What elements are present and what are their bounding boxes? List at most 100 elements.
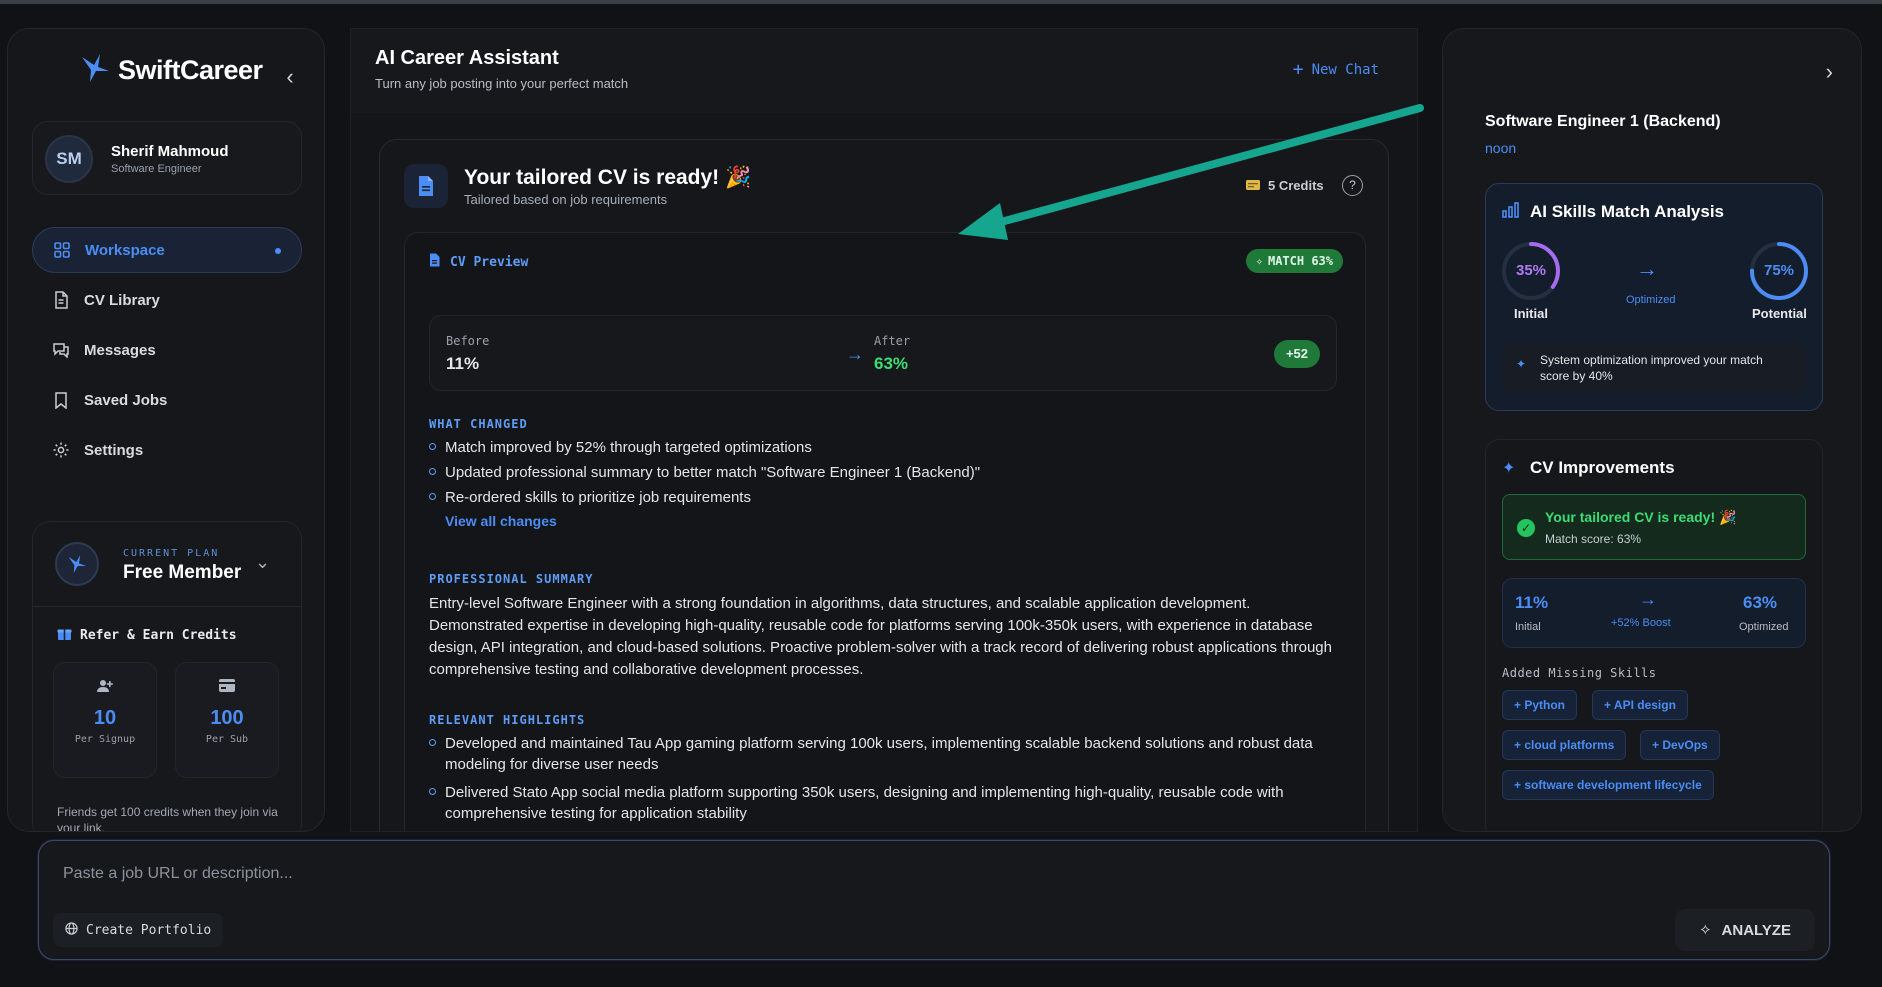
sidebar-item-messages[interactable]: Messages: [32, 327, 302, 373]
sparkles-icon: ✦: [1502, 460, 1516, 477]
cv-ready-title: Your tailored CV is ready! 🎉: [464, 166, 752, 189]
job-input-bar: Create Portfolio ✧ ANALYZE: [38, 840, 1830, 960]
improvements-card-title: CV Improvements: [1530, 458, 1675, 477]
plan-logo-icon: [55, 542, 99, 586]
new-chat-button[interactable]: + New Chat: [1293, 59, 1379, 80]
document-icon: [404, 164, 448, 208]
after-value: 63%: [874, 354, 909, 373]
gear-icon: [52, 441, 70, 459]
initial-score-ring: 35%: [1500, 240, 1562, 302]
sidebar-item-label: CV Library: [84, 291, 160, 309]
list-item: Match improved by 52% through targeted o…: [429, 437, 1349, 458]
stat-label: Per Signup: [74, 734, 136, 745]
sidebar-item-workspace[interactable]: Workspace: [32, 227, 302, 273]
collapse-panel-chevron-right-icon[interactable]: ›: [1826, 59, 1833, 85]
after-label: After: [874, 334, 911, 348]
skill-chip[interactable]: + software development lifecycle: [1502, 770, 1714, 800]
view-all-changes-link[interactable]: View all changes: [445, 513, 557, 529]
initial-label: Initial: [1515, 621, 1541, 633]
list-item: Re-ordered skills to prioritize job requ…: [429, 487, 1349, 508]
stat-subscription: 100 Per Sub: [175, 662, 279, 778]
cv-preview-header: CV Preview: [429, 253, 528, 271]
cv-preview: CV Preview ✧ MATCH 63% Before 11% → Afte…: [404, 232, 1366, 831]
professional-summary-text: Entry-level Software Engineer with a str…: [429, 595, 1332, 678]
boost-label: +52% Boost: [1611, 617, 1671, 629]
added-skills-title: Added Missing Skills: [1502, 666, 1657, 680]
sparkle-icon: ✦: [1516, 357, 1527, 371]
user-name: Sherif Mahmoud: [111, 143, 229, 160]
sparkle-icon: ✧: [1698, 922, 1712, 939]
potential-score-value: 75%: [1763, 262, 1795, 279]
sidebar-item-label: Messages: [84, 341, 156, 359]
credits-badge: 5 Credits: [1246, 178, 1324, 193]
active-indicator-dot: [275, 248, 281, 254]
skill-chip[interactable]: + DevOps: [1640, 730, 1720, 760]
file-icon: [52, 291, 70, 309]
cv-result-card: Your tailored CV is ready! 🎉 Tailored ba…: [379, 139, 1389, 831]
stat-signup: 10 Per Signup: [53, 662, 157, 778]
skill-chip[interactable]: + Python: [1502, 690, 1578, 720]
plus-icon: +: [1292, 59, 1304, 80]
arrow-right-icon: →: [1639, 589, 1657, 609]
user-plus-icon: [54, 679, 156, 697]
sidebar-item-label: Workspace: [85, 241, 165, 259]
ticket-icon: [1246, 178, 1260, 193]
skill-chip[interactable]: + API design: [1592, 690, 1688, 720]
skill-chip[interactable]: + cloud platforms: [1502, 730, 1627, 760]
sidebar-item-settings[interactable]: Settings: [32, 427, 302, 473]
gift-icon: [57, 626, 72, 645]
bar-chart-icon: [1502, 202, 1519, 223]
document-small-icon: [429, 253, 440, 271]
match-badge: ✧ MATCH 63%: [1245, 249, 1343, 273]
job-url-input[interactable]: [63, 859, 1803, 889]
arrow-right-icon: →: [1636, 256, 1658, 281]
ready-notice-title: Your tailored CV is ready! 🎉: [1545, 509, 1737, 525]
score-boost-summary: 11% Initial → +52% Boost 63% Optimized: [1502, 578, 1806, 648]
stat-value: 10: [93, 707, 117, 729]
brand-logo[interactable]: SwiftCareer: [78, 51, 263, 90]
initial-value: 11%: [1515, 593, 1549, 612]
collapse-sidebar-chevron-left-icon[interactable]: ‹: [278, 65, 302, 89]
what-changed-title: WHAT CHANGED: [429, 417, 528, 431]
before-after-score: Before 11% → After 63% +52: [429, 315, 1337, 391]
card-icon: [176, 679, 278, 697]
plan-expand-chevron-down-icon[interactable]: ⌄: [255, 552, 270, 573]
create-portfolio-button[interactable]: Create Portfolio: [53, 913, 224, 947]
job-details-panel: › Software Engineer 1 (Backend) noon AI …: [1442, 28, 1862, 832]
plan-name: Free Member: [123, 562, 242, 583]
before-label: Before: [446, 334, 490, 348]
user-profile-card[interactable]: SM Sherif Mahmoud Software Engineer: [32, 121, 302, 195]
analyze-button[interactable]: ✧ ANALYZE: [1675, 909, 1815, 951]
refer-title: Refer & Earn Credits: [57, 626, 237, 645]
skills-match-card: AI Skills Match Analysis 35% Initial → O…: [1485, 183, 1823, 411]
professional-summary-title: PROFESSIONAL SUMMARY: [429, 572, 594, 586]
sidebar-item-cv-library[interactable]: CV Library: [32, 277, 302, 323]
potential-score-label: Potential: [1752, 306, 1807, 321]
swiftcareer-logo-icon: [78, 51, 112, 90]
sidebar: SwiftCareer ‹ SM Sherif Mahmoud Software…: [7, 28, 325, 832]
stat-value: 100: [210, 707, 244, 729]
cv-ready-notice: ✓ Your tailored CV is ready! 🎉 Match sco…: [1502, 494, 1806, 560]
avatar: SM: [45, 135, 93, 183]
window-top-border: [0, 0, 1882, 4]
bookmark-icon: [52, 391, 70, 409]
chat-icon: [52, 341, 70, 359]
skills-card-title: AI Skills Match Analysis: [1530, 202, 1724, 221]
highlights-list: Developed and maintained Tau App gaming …: [429, 733, 1349, 828]
changes-list: Match improved by 52% through targeted o…: [429, 437, 1349, 512]
cv-ready-subtitle: Tailored based on job requirements: [464, 192, 668, 207]
initial-score-value: 35%: [1515, 262, 1547, 279]
optimized-value: 63%: [1743, 593, 1778, 612]
initial-score-label: Initial: [1514, 306, 1548, 321]
ready-notice-score: Match score: 63%: [1545, 532, 1642, 546]
list-item: Delivered Stato App social media platfor…: [429, 782, 1349, 824]
sidebar-item-saved-jobs[interactable]: Saved Jobs: [32, 377, 302, 423]
company-link[interactable]: noon: [1485, 140, 1516, 156]
list-item: Developed and maintained Tau App gaming …: [429, 733, 1349, 775]
help-icon[interactable]: ?: [1342, 175, 1363, 196]
chat-panel: AI Career Assistant Turn any job posting…: [350, 28, 1418, 832]
optimized-label: Optimized: [1739, 621, 1789, 633]
page-subtitle: Turn any job posting into your perfect m…: [375, 76, 629, 91]
globe-icon: [65, 921, 78, 939]
relevant-highlights-title: RELEVANT HIGHLIGHTS: [429, 713, 586, 727]
